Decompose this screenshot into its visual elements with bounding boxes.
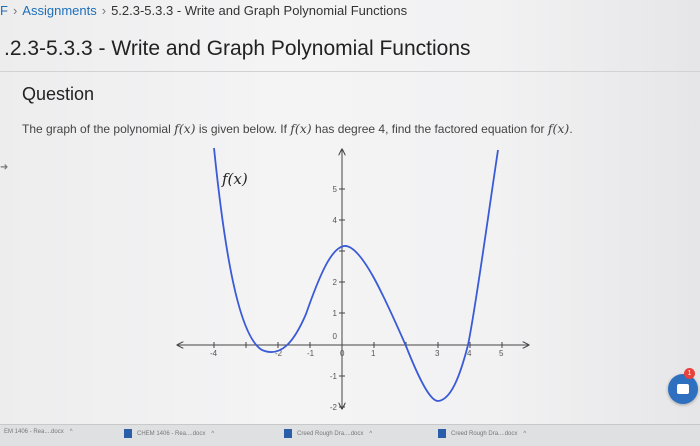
x-tick-label: 3	[435, 349, 440, 358]
download-item[interactable]: CHEM 1406 - Rea....docx ^	[124, 429, 214, 438]
x-tick-label: 4	[467, 349, 472, 358]
chevron-up-icon[interactable]: ^	[70, 429, 73, 435]
download-item[interactable]: Creed Rough Dra....docx ^	[438, 429, 526, 438]
downloads-bar: EM 1406 - Rea....docx ^ CHEM 1406 - Rea..…	[0, 424, 700, 446]
download-name: Creed Rough Dra....docx	[451, 431, 518, 438]
y-tick-label: -2	[330, 403, 338, 410]
breadcrumb-course[interactable]: F	[0, 3, 8, 18]
page-title: .2.3-5.3.3 - Write and Graph Polynomial …	[4, 37, 471, 60]
word-file-icon	[124, 429, 132, 438]
question-text-part: The graph of the polynomial	[22, 122, 175, 136]
notification-badge: 1	[684, 368, 695, 379]
y-tick-label: 5	[333, 185, 338, 194]
x-tick-label: -1	[307, 349, 315, 358]
chevron-up-icon[interactable]: ^	[211, 431, 214, 437]
download-name: EM 1406 - Rea....docx	[4, 429, 64, 435]
word-file-icon	[438, 429, 446, 438]
download-name: CHEM 1406 - Rea....docx	[137, 431, 206, 438]
download-item[interactable]: Creed Rough Dra....docx ^	[284, 429, 372, 438]
breadcrumb: F › Assignments › 5.2.3-5.3.3 - Write and Gr…	[0, 0, 700, 22]
download-name: Creed Rough Dra....docx	[297, 431, 364, 438]
chat-button[interactable]	[668, 374, 698, 404]
chat-icon	[677, 384, 689, 394]
math-fx: f(x)	[174, 121, 196, 136]
question-heading: Question	[22, 84, 95, 104]
math-fx: f(x)	[547, 121, 570, 136]
breadcrumb-current: 5.2.3-5.3.3 - Write and Graph Polynomial…	[111, 3, 408, 18]
breadcrumb-separator: ›	[101, 3, 107, 18]
breadcrumb-assignments[interactable]: Assignments	[22, 3, 96, 18]
y-tick-label: 1	[333, 309, 338, 318]
question-text-part: , find the factored equation for	[385, 122, 548, 136]
y-tick-label: -1	[330, 372, 338, 381]
arrow-icon: ➜	[0, 162, 9, 173]
x-tick-label: 5	[499, 349, 504, 358]
question-text-part: is given below. If	[195, 122, 291, 136]
x-tick-label: -4	[210, 349, 218, 358]
question-text-part: has degree	[311, 122, 379, 136]
x-tick-label: 1	[371, 349, 376, 358]
chevron-up-icon[interactable]: ^	[369, 431, 372, 437]
polynomial-graph: -4 -2 -1 0 1 3 4 5 5 4 2 1 0 -1 -2 f(x)	[176, 147, 536, 410]
word-file-icon	[284, 429, 292, 438]
title-divider	[0, 71, 700, 72]
function-label: f(x)	[221, 170, 248, 188]
question-text: The graph of the polynomial f(x) is give…	[22, 121, 573, 136]
polynomial-curve	[213, 147, 499, 402]
chevron-up-icon[interactable]: ^	[523, 431, 526, 437]
screen-photo: F › Assignments › 5.2.3-5.3.3 - Write and Gr…	[0, 0, 700, 446]
x-tick-label: 0	[340, 349, 345, 358]
breadcrumb-separator: ›	[12, 3, 18, 18]
y-tick-label: 4	[333, 216, 338, 225]
math-fx: f(x)	[290, 121, 312, 136]
y-tick-label: 0	[333, 332, 338, 341]
y-tick-label: 2	[333, 278, 338, 287]
download-item[interactable]: EM 1406 - Rea....docx ^	[4, 429, 73, 435]
question-text-part: .	[569, 122, 573, 136]
